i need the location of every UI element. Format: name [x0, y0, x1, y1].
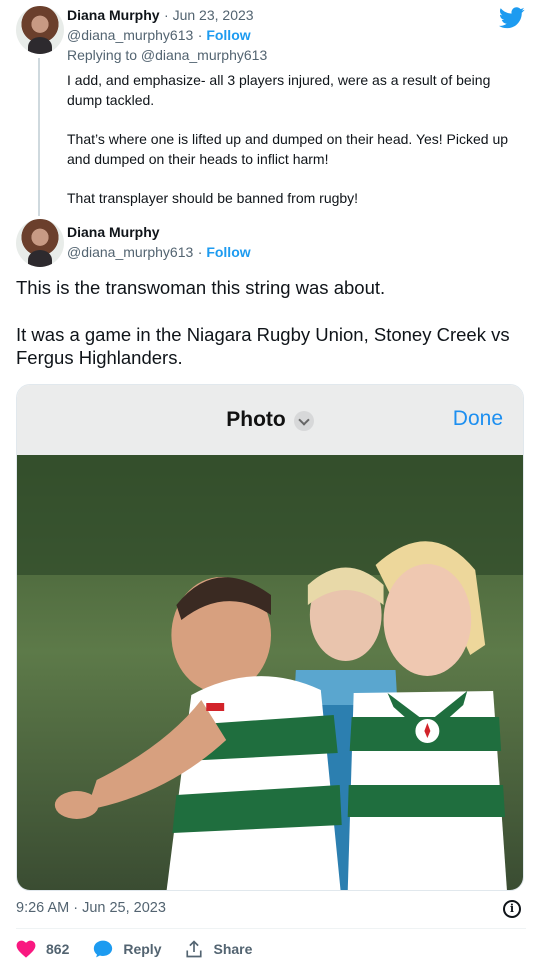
avatar[interactable] [16, 6, 64, 54]
chevron-down-icon[interactable] [293, 411, 314, 431]
reply-header: Diana Murphy · Jun 23, 2023 [67, 7, 254, 25]
tweet-date[interactable]: Jun 23, 2023 [173, 7, 254, 23]
main-handle-row: @diana_murphy613 · Follow [67, 244, 251, 262]
info-icon[interactable]: i [503, 900, 521, 918]
replying-to[interactable]: Replying to @diana_murphy613 [67, 47, 267, 63]
follow-button[interactable]: Follow [206, 27, 250, 43]
action-bar: 862 Reply Share [16, 939, 276, 959]
photo-title: Photo [226, 408, 286, 431]
share-icon [186, 940, 203, 958]
reply-button[interactable]: Reply [93, 940, 161, 958]
divider [16, 928, 526, 929]
reply-handle-row: @diana_murphy613 · Follow [67, 27, 251, 45]
tweet-paragraph: This is the transwoman this string was a… [16, 277, 386, 298]
thread-line [38, 58, 40, 216]
share-button[interactable]: Share [185, 940, 252, 958]
reply-bubble-icon [94, 940, 113, 958]
photo-viewer-bar: Photo Done [17, 385, 523, 455]
reply-paragraph: I add, and emphasize- all 3 players inju… [67, 72, 491, 108]
follow-button[interactable]: Follow [206, 244, 250, 260]
separator-dot: · [164, 7, 173, 23]
share-label: Share [213, 941, 253, 957]
tweet-body: This is the transwoman this string was a… [16, 276, 526, 393]
author-name[interactable]: Diana Murphy [67, 224, 160, 240]
done-button[interactable]: Done [453, 407, 503, 431]
rugby-photo[interactable] [17, 455, 523, 891]
author-handle[interactable]: @diana_murphy613 [67, 27, 193, 43]
twitter-bird-icon[interactable] [499, 7, 525, 29]
reply-paragraph: That’s where one is lifted up and dumped… [67, 131, 509, 167]
author-handle[interactable]: @diana_murphy613 [67, 244, 193, 260]
avatar[interactable] [16, 219, 64, 267]
heart-icon [16, 940, 36, 958]
tweet-media[interactable]: Photo Done [16, 384, 524, 891]
like-button[interactable]: 862 [16, 940, 69, 958]
reply-label: Reply [123, 941, 162, 957]
tweet-paragraph: It was a game in the Niagara Rugby Union… [16, 324, 510, 368]
tweet-timestamp[interactable]: 9:26 AM · Jun 25, 2023 [16, 900, 166, 916]
like-count: 862 [46, 941, 70, 957]
reply-paragraph: That transplayer should be banned from r… [67, 190, 359, 206]
author-name[interactable]: Diana Murphy [67, 7, 160, 23]
reply-body: I add, and emphasize- all 3 players inju… [67, 70, 527, 227]
